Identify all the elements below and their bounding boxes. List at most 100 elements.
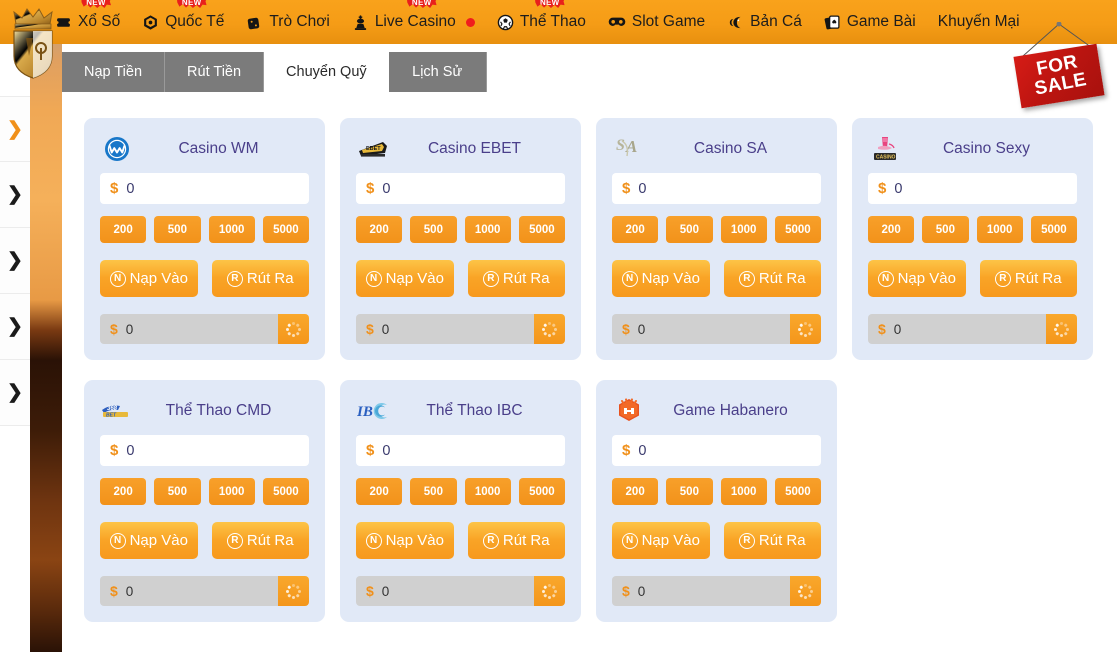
refresh-balance-button[interactable] bbox=[1046, 314, 1077, 344]
quick-amount-chip[interactable]: 5000 bbox=[518, 216, 565, 243]
currency-symbol: $ bbox=[878, 180, 887, 197]
balance-value: 0 bbox=[125, 321, 134, 337]
crown-shield-logo[interactable] bbox=[6, 4, 60, 80]
withdraw-button[interactable]: R Rút Ra bbox=[467, 260, 565, 297]
chevron-right-icon: ❯ bbox=[7, 184, 23, 205]
wallet-action-row: N Nạp Vào R Rút Ra bbox=[868, 260, 1077, 297]
deposit-button[interactable]: N Nạp Vào bbox=[612, 260, 710, 297]
account-tab-bar: Nạp Tiền Rút Tiền Chuyển Quỹ Lịch Sử bbox=[62, 52, 1117, 92]
refresh-balance-button[interactable] bbox=[278, 314, 309, 344]
quick-amount-chip[interactable]: 5000 bbox=[262, 216, 309, 243]
rail-item-3[interactable]: ❯ bbox=[0, 228, 30, 294]
quick-amount-chip[interactable]: 500 bbox=[922, 216, 969, 243]
wallet-card: Casino WM $0 200 500 1000 5000 N Nạp Vào R Rút Ra… bbox=[84, 118, 325, 360]
tab-n-p-ti-n[interactable]: Nạp Tiền bbox=[62, 52, 166, 92]
nav-item-label: Xổ Số bbox=[78, 13, 121, 30]
quick-amount-chip[interactable]: 5000 bbox=[774, 216, 821, 243]
quick-amount-chip[interactable]: 5000 bbox=[774, 478, 821, 505]
amount-value: 0 bbox=[126, 442, 135, 459]
quick-amount-chip[interactable]: 5000 bbox=[262, 478, 309, 505]
quick-amount-chip[interactable]: 1000 bbox=[720, 216, 767, 243]
quick-amount-chip[interactable]: 1000 bbox=[208, 478, 255, 505]
wallet-card-header: EBET Casino EBET bbox=[356, 132, 565, 166]
quick-amount-chip[interactable]: 200 bbox=[868, 216, 915, 243]
nav-item-b-n-c-[interactable]: Bản Cá bbox=[716, 0, 813, 44]
quick-amount-chip[interactable]: 1000 bbox=[464, 478, 511, 505]
fish-icon bbox=[727, 14, 744, 31]
amount-value: 0 bbox=[638, 180, 647, 197]
refresh-balance-button[interactable] bbox=[790, 314, 821, 344]
currency-symbol: $ bbox=[366, 321, 374, 337]
quick-amount-chip[interactable]: 200 bbox=[612, 216, 659, 243]
rail-item-5[interactable]: ❯ bbox=[0, 360, 30, 426]
deposit-label: Nạp Vào bbox=[129, 532, 188, 549]
amount-input[interactable]: $0 bbox=[100, 173, 309, 204]
amount-input[interactable]: $0 bbox=[868, 173, 1077, 204]
nav-item-tr-ch-i[interactable]: Trò Chơi bbox=[235, 0, 340, 44]
withdraw-button[interactable]: R Rút Ra bbox=[723, 522, 821, 559]
deposit-button[interactable]: N Nạp Vào bbox=[100, 260, 198, 297]
rail-item-1[interactable]: ❯ bbox=[0, 96, 30, 162]
nav-item-th-thao[interactable]: Thể Thao NEW bbox=[486, 0, 597, 44]
left-side-rail: ❯ ❯ ❯ ❯ ❯ bbox=[0, 96, 30, 426]
quick-amount-chip[interactable]: 5000 bbox=[1030, 216, 1077, 243]
rail-item-4[interactable]: ❯ bbox=[0, 294, 30, 360]
nav-item-slot-game[interactable]: Slot Game bbox=[597, 0, 716, 44]
quick-amount-chip[interactable]: 500 bbox=[666, 478, 713, 505]
withdraw-button[interactable]: R Rút Ra bbox=[979, 260, 1077, 297]
quick-amount-chip[interactable]: 200 bbox=[100, 478, 147, 505]
deposit-icon: N bbox=[365, 270, 382, 287]
deposit-button[interactable]: N Nạp Vào bbox=[612, 522, 710, 559]
tab-r-t-ti-n[interactable]: Rút Tiền bbox=[165, 52, 265, 92]
refresh-balance-button[interactable] bbox=[534, 576, 565, 606]
nav-item-live-casino[interactable]: Live Casino NEW bbox=[341, 0, 486, 44]
quick-amount-chip[interactable]: 200 bbox=[612, 478, 659, 505]
withdraw-button[interactable]: R Rút Ra bbox=[211, 522, 309, 559]
quick-amount-chip[interactable]: 500 bbox=[410, 216, 457, 243]
withdraw-button[interactable]: R Rút Ra bbox=[723, 260, 821, 297]
nav-item-qu-c-t-[interactable]: Quốc Tế NEW bbox=[131, 0, 235, 44]
wallet-action-row: N Nạp Vào R Rút Ra bbox=[100, 260, 309, 297]
amount-input[interactable]: $0 bbox=[356, 173, 565, 204]
quick-amount-chip[interactable]: 1000 bbox=[720, 478, 767, 505]
nav-item-game-b-i[interactable]: Game Bài bbox=[813, 0, 927, 44]
quick-amount-chip[interactable]: 200 bbox=[100, 216, 147, 243]
nav-item-label: Slot Game bbox=[631, 13, 706, 30]
currency-symbol: $ bbox=[622, 583, 630, 599]
tab-chuy-n-qu-[interactable]: Chuyển Quỹ bbox=[264, 52, 389, 92]
amount-input[interactable]: $0 bbox=[612, 435, 821, 466]
quick-amount-chip[interactable]: 1000 bbox=[208, 216, 255, 243]
nav-item-label: Game Bài bbox=[846, 13, 916, 30]
nav-item-label: Quốc Tế bbox=[165, 13, 225, 30]
deposit-button[interactable]: N Nạp Vào bbox=[868, 260, 966, 297]
quick-amount-chip[interactable]: 200 bbox=[356, 216, 403, 243]
wallet-card-title: Casino Sexy bbox=[942, 140, 1030, 157]
withdraw-button[interactable]: R Rút Ra bbox=[467, 522, 565, 559]
live-dot-icon bbox=[465, 17, 475, 27]
new-badge: NEW bbox=[176, 0, 207, 8]
deposit-button[interactable]: N Nạp Vào bbox=[100, 522, 198, 559]
nav-item-khuy-n-m-i[interactable]: Khuyến Mại bbox=[927, 0, 1031, 44]
chess-king-icon bbox=[352, 14, 369, 31]
deposit-button[interactable]: N Nạp Vào bbox=[356, 522, 454, 559]
quick-amount-chip[interactable]: 500 bbox=[154, 478, 201, 505]
cmd-sports-logo: 368 BET bbox=[100, 396, 134, 426]
tab-l-ch-s-[interactable]: Lịch Sử bbox=[388, 52, 487, 92]
quick-amount-chip[interactable]: 500 bbox=[410, 478, 457, 505]
refresh-balance-button[interactable] bbox=[790, 576, 821, 606]
amount-input[interactable]: $0 bbox=[612, 173, 821, 204]
refresh-balance-button[interactable] bbox=[534, 314, 565, 344]
quick-amount-chip[interactable]: 1000 bbox=[464, 216, 511, 243]
quick-amount-chip[interactable]: 5000 bbox=[518, 478, 565, 505]
withdraw-button[interactable]: R Rút Ra bbox=[211, 260, 309, 297]
amount-input[interactable]: $0 bbox=[100, 435, 309, 466]
quick-amount-chip[interactable]: 200 bbox=[356, 478, 403, 505]
amount-input[interactable]: $0 bbox=[356, 435, 565, 466]
rail-item-2[interactable]: ❯ bbox=[0, 162, 30, 228]
quick-amount-chip[interactable]: 1000 bbox=[976, 216, 1023, 243]
deposit-button[interactable]: N Nạp Vào bbox=[356, 260, 454, 297]
refresh-balance-button[interactable] bbox=[278, 576, 309, 606]
quick-amount-chip[interactable]: 500 bbox=[154, 216, 201, 243]
quick-amount-chip[interactable]: 500 bbox=[666, 216, 713, 243]
balance-value: 0 bbox=[893, 321, 902, 337]
